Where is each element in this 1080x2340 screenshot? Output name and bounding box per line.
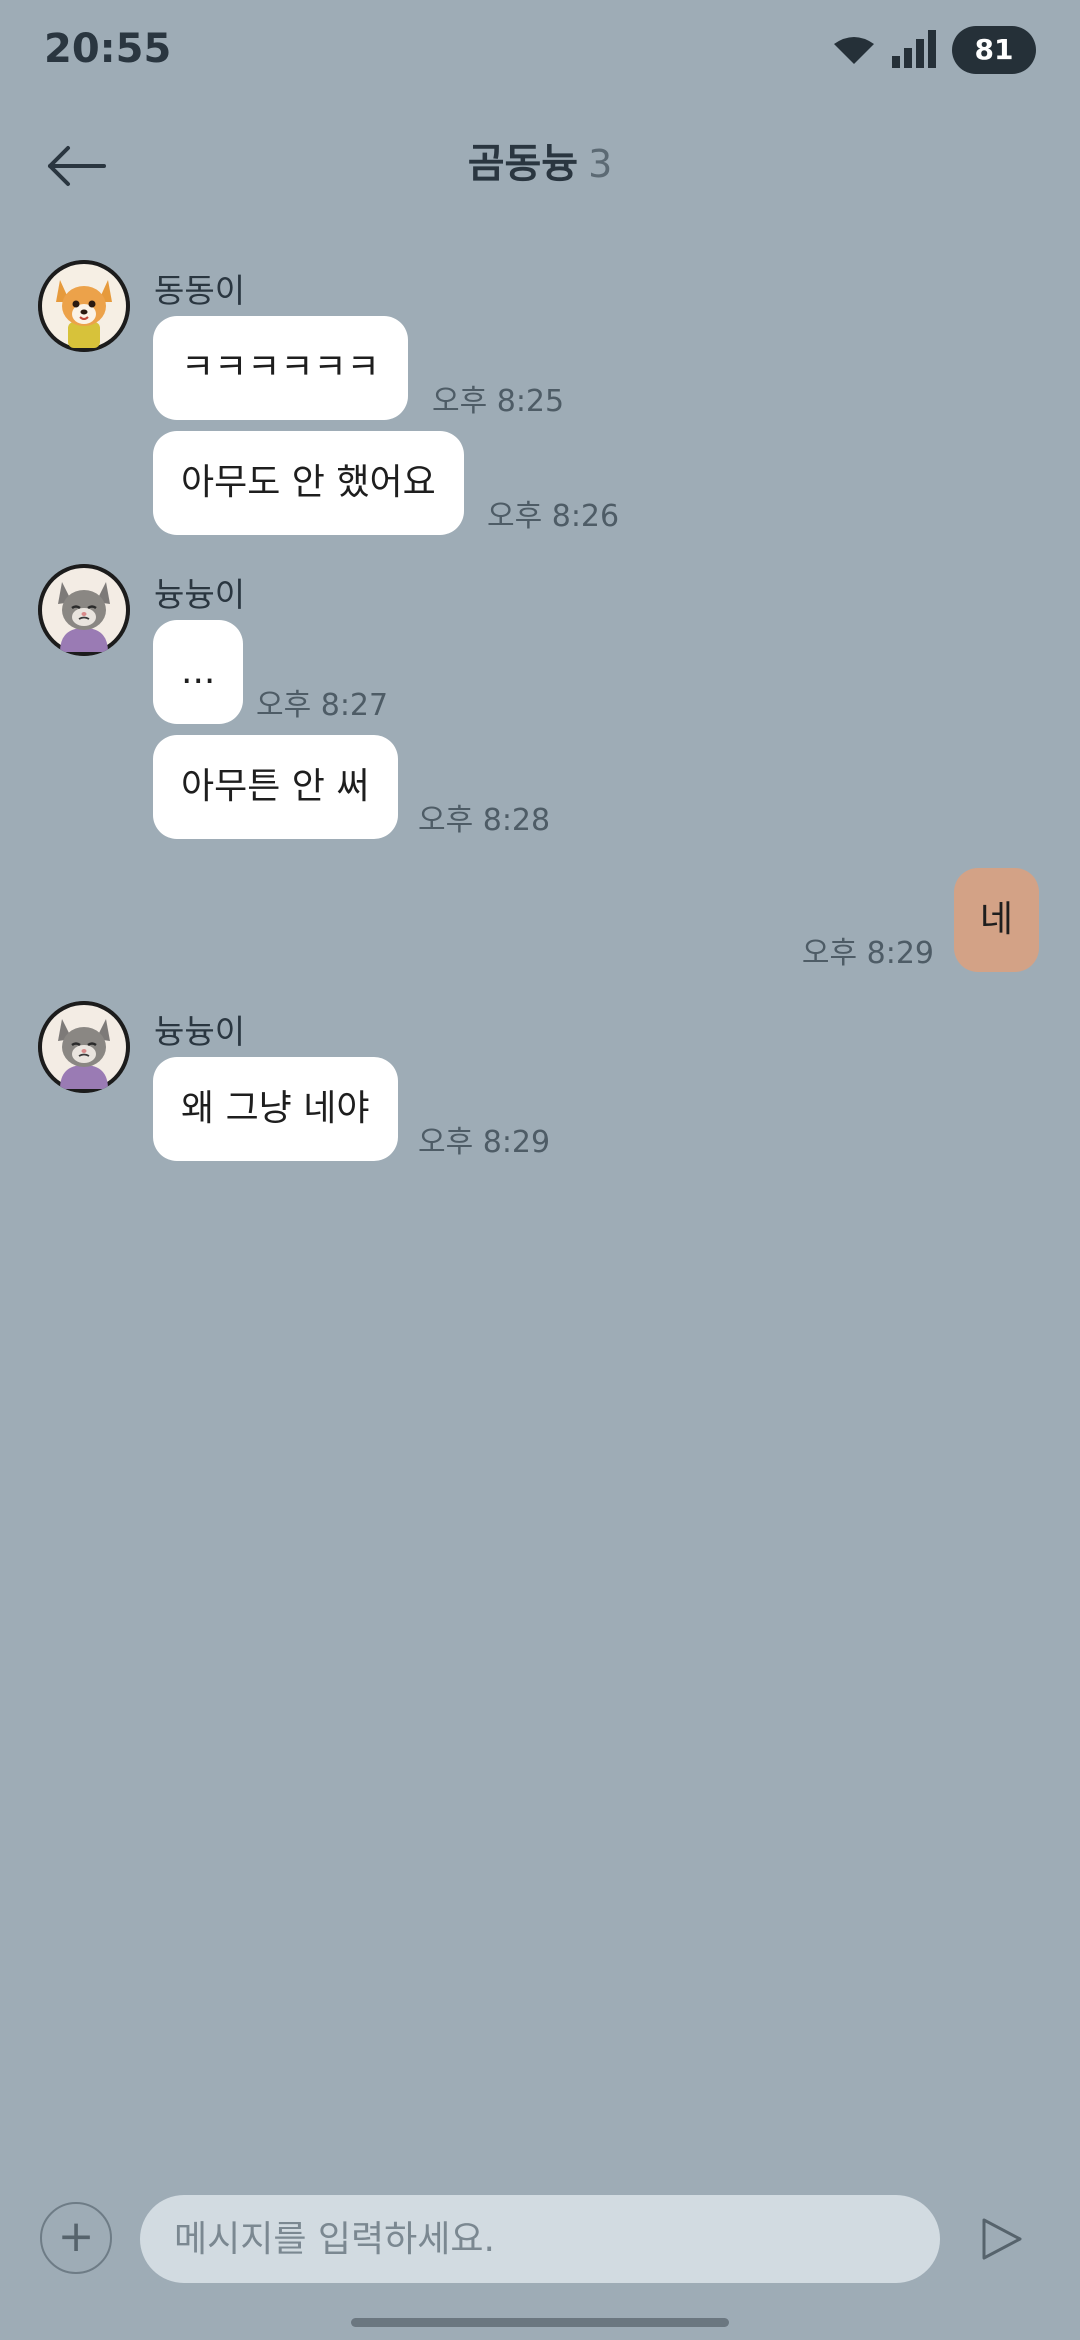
battery-indicator: 81 [952,26,1036,74]
message-time: 오후 8:29 [801,936,934,971]
avatar-cat[interactable] [38,564,130,656]
sender-name: 늉늉이 [154,575,246,614]
message-bubble[interactable]: 왜 그냥 네야 [153,1057,398,1161]
avatar-dog[interactable] [38,260,130,352]
status-time: 20:55 [44,26,172,72]
home-indicator[interactable] [351,2318,729,2327]
message-time: 오후 8:26 [487,499,620,534]
chat-title: 곰동늉 [467,141,579,187]
status-bar: 20:55 81 [0,0,1080,100]
message-bubble[interactable]: ... [153,620,244,724]
send-icon[interactable] [980,2216,1024,2262]
message-bubble[interactable]: 아무도 안 했어요 [153,431,464,535]
message-bubble[interactable]: ㅋㅋㅋㅋㅋㅋ [153,316,408,420]
chat-title-area: 곰동늉 3 [0,134,1080,194]
attach-plus-button[interactable]: + [40,2202,112,2274]
chat-header: 곰동늉 3 [0,120,1080,210]
wifi-icon [834,36,874,70]
message-time: 오후 8:27 [256,688,389,723]
cellular-signal-icon [892,30,938,72]
sender-name: 동동이 [154,271,246,310]
message-input[interactable] [140,2195,940,2283]
avatar-cat[interactable] [38,1001,130,1093]
member-count: 3 [588,142,613,186]
my-message-bubble[interactable]: 네 [953,868,1039,972]
message-time: 오후 8:25 [432,384,565,419]
message-bubble[interactable]: 아무튼 안 써 [153,735,398,839]
message-input-bar: + [0,2180,1080,2300]
message-time: 오후 8:29 [418,1125,551,1160]
sender-name: 늉늉이 [154,1012,246,1051]
message-time: 오후 8:28 [418,803,551,838]
